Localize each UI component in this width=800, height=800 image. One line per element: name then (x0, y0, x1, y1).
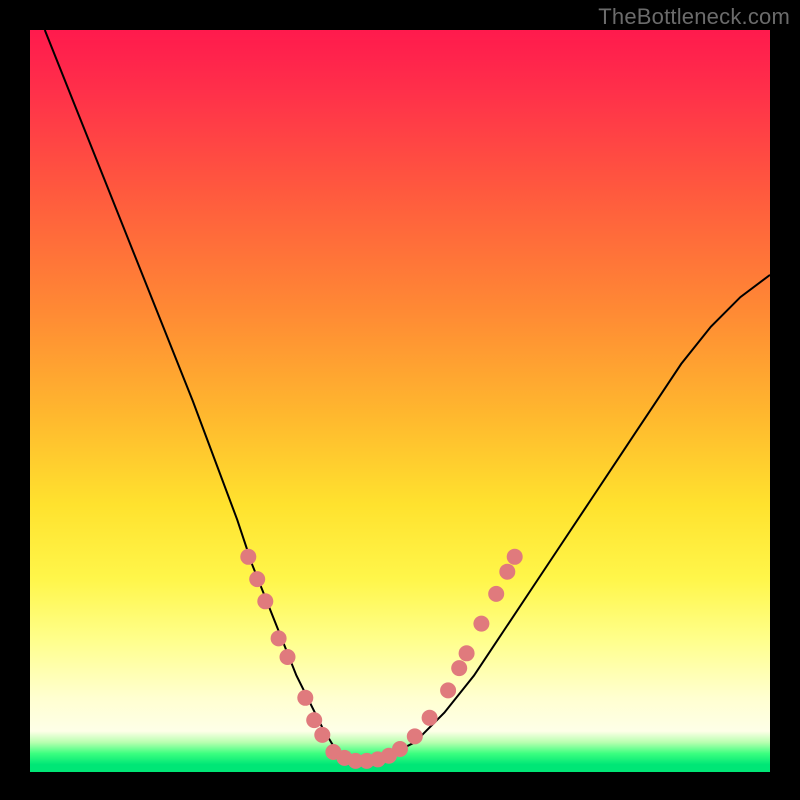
curve-marker (348, 753, 364, 769)
bottleneck-curve (45, 30, 770, 761)
curve-marker (459, 645, 475, 661)
watermark-text: TheBottleneck.com (598, 4, 790, 30)
curve-marker (440, 682, 456, 698)
curve-marker (407, 728, 423, 744)
curve-marker (473, 616, 489, 632)
curve-marker (488, 586, 504, 602)
curve-marker (422, 710, 438, 726)
curve-marker (381, 748, 397, 764)
curve-marker (271, 630, 287, 646)
curve-marker (392, 741, 408, 757)
curve-marker (257, 593, 273, 609)
curve-marker (451, 660, 467, 676)
curve-marker (249, 571, 265, 587)
curve-marker (297, 690, 313, 706)
chart-plot-area (30, 30, 770, 772)
curve-marker (337, 750, 353, 766)
marker-group (240, 549, 522, 769)
curve-marker (280, 649, 296, 665)
curve-marker (499, 564, 515, 580)
curve-marker (507, 549, 523, 565)
curve-marker (306, 712, 322, 728)
curve-marker (370, 751, 386, 767)
chart-frame: TheBottleneck.com (0, 0, 800, 800)
chart-svg (30, 30, 770, 772)
curve-marker (325, 744, 341, 760)
curve-marker (359, 753, 375, 769)
curve-marker (314, 727, 330, 743)
curve-marker (240, 549, 256, 565)
